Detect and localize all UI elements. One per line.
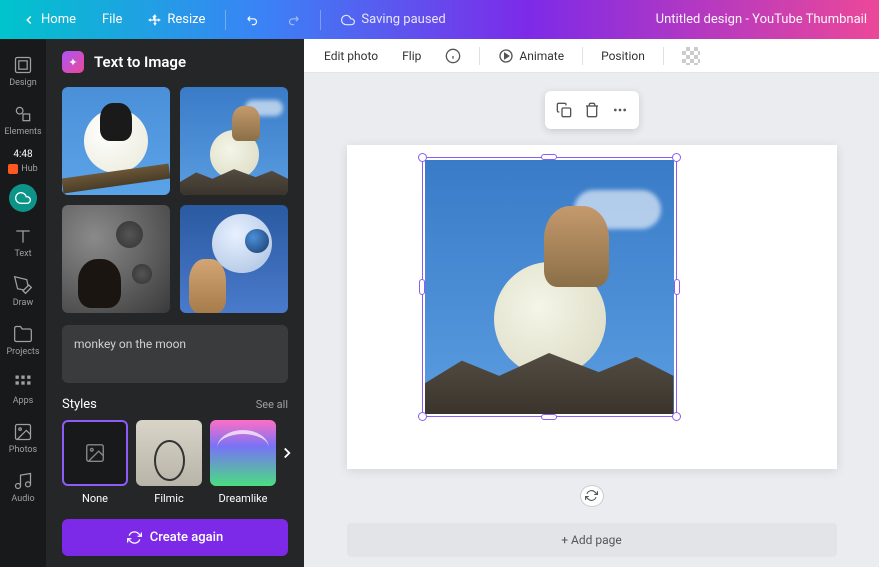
- sidebar-item-projects[interactable]: Projects: [0, 316, 46, 365]
- info-icon: [445, 48, 461, 64]
- more-button[interactable]: [607, 97, 633, 123]
- document-title[interactable]: Untitled design - YouTube Thumbnail: [656, 12, 867, 27]
- context-toolbar: Edit photo Flip Animate Position: [304, 39, 879, 73]
- generated-image-1[interactable]: [62, 87, 170, 195]
- styles-next-arrow[interactable]: [278, 444, 296, 462]
- create-again-button[interactable]: Create again: [62, 519, 288, 556]
- undo-icon: [246, 13, 260, 27]
- folder-icon: [13, 324, 33, 344]
- refresh-icon: [127, 530, 142, 545]
- panel-title: Text to Image: [94, 53, 186, 71]
- sidebar-item-audio[interactable]: Audio: [0, 463, 46, 512]
- sync-icon: [585, 489, 598, 502]
- photos-icon: [13, 422, 33, 442]
- style-filmic[interactable]: Filmic: [136, 420, 202, 505]
- animate-button[interactable]: Animate: [488, 42, 574, 70]
- delete-button[interactable]: [579, 97, 605, 123]
- generated-image-2[interactable]: [180, 87, 288, 195]
- text-to-image-panel: ✦ Text to Image monkey on the moon Style…: [46, 39, 304, 567]
- upload-button[interactable]: [9, 184, 37, 212]
- generated-image-4[interactable]: [180, 205, 288, 313]
- resize-button[interactable]: Resize: [138, 6, 215, 33]
- more-icon: [612, 102, 628, 118]
- resize-handle-s[interactable]: [541, 414, 557, 420]
- home-label: Home: [41, 12, 76, 27]
- draw-icon: [13, 275, 33, 295]
- copy-icon: [556, 102, 572, 118]
- style-none[interactable]: None: [62, 420, 128, 505]
- resize-handle-e[interactable]: [674, 279, 680, 295]
- generated-image-3[interactable]: [62, 205, 170, 313]
- position-button[interactable]: Position: [591, 43, 655, 69]
- text-icon: [13, 226, 33, 246]
- redo-icon: [286, 13, 300, 27]
- transparency-icon: [682, 47, 700, 65]
- resize-icon: [148, 13, 162, 27]
- design-icon: [13, 55, 33, 75]
- audio-icon: [13, 471, 33, 491]
- home-button[interactable]: Home: [12, 6, 86, 33]
- save-status: Saving paused: [341, 12, 445, 27]
- sidebar-item-photos[interactable]: Photos: [0, 414, 46, 463]
- selection-box[interactable]: [422, 157, 677, 417]
- resize-handle-se[interactable]: [672, 412, 681, 421]
- redo-button[interactable]: [276, 7, 310, 33]
- cloud-icon: [341, 13, 355, 27]
- top-menu-bar: Home File Resize Saving paused Untitled …: [0, 0, 879, 39]
- sidebar-item-elements[interactable]: Elements: [0, 96, 46, 145]
- add-page-button[interactable]: + Add page: [347, 523, 837, 557]
- resize-handle-w[interactable]: [419, 279, 425, 295]
- sidebar-item-text[interactable]: Text: [0, 218, 46, 267]
- trash-icon: [584, 102, 600, 118]
- canvas-page[interactable]: [347, 145, 837, 469]
- canvas-image[interactable]: [425, 160, 674, 414]
- sync-button[interactable]: [580, 485, 604, 507]
- transparency-button[interactable]: [672, 41, 710, 71]
- elements-icon: [13, 104, 33, 124]
- cloud-upload-icon: [15, 190, 31, 206]
- edit-photo-button[interactable]: Edit photo: [314, 43, 388, 69]
- file-menu[interactable]: File: [92, 6, 132, 33]
- time-display: 4:48: [13, 149, 32, 160]
- duplicate-button[interactable]: [551, 97, 577, 123]
- hub-indicator[interactable]: Hub: [8, 164, 37, 174]
- resize-handle-ne[interactable]: [672, 153, 681, 162]
- info-button[interactable]: [435, 42, 471, 70]
- animate-icon: [498, 48, 514, 64]
- app-icon: ✦: [62, 51, 84, 73]
- styles-label: Styles: [62, 397, 97, 412]
- floating-toolbar: [545, 91, 639, 129]
- resize-handle-nw[interactable]: [418, 153, 427, 162]
- sidebar-item-design[interactable]: Design: [0, 47, 46, 96]
- prompt-input[interactable]: monkey on the moon: [62, 325, 288, 383]
- sidebar-item-draw[interactable]: Draw: [0, 267, 46, 316]
- apps-icon: [13, 373, 33, 393]
- undo-button[interactable]: [236, 7, 270, 33]
- style-dreamlike[interactable]: Dreamlike: [210, 420, 276, 505]
- resize-handle-n[interactable]: [541, 154, 557, 160]
- see-all-styles[interactable]: See all: [256, 398, 288, 411]
- flip-button[interactable]: Flip: [392, 43, 431, 69]
- left-sidebar: Design Elements 4:48 Hub Text Draw Proje…: [0, 39, 46, 567]
- chevron-left-icon: [22, 13, 36, 27]
- image-placeholder-icon: [84, 442, 106, 464]
- resize-handle-sw[interactable]: [418, 412, 427, 421]
- sidebar-item-apps[interactable]: Apps: [0, 365, 46, 414]
